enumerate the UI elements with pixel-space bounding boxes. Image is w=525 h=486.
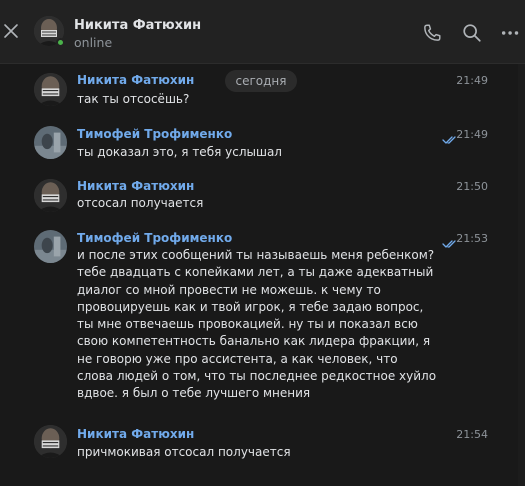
- message-author[interactable]: Никита Фатюхин: [77, 427, 194, 441]
- message-author[interactable]: Никита Фатюхин: [77, 179, 194, 193]
- message-text: ты доказал это, я тебя услышал: [77, 145, 282, 159]
- chat-header: Никита Фатюхин online: [0, 0, 525, 64]
- message-time: 21:53: [456, 232, 488, 245]
- scrollbar[interactable]: [518, 64, 525, 486]
- message-time: 21:50: [456, 180, 488, 193]
- message: Никита Фатюхин 21:54 причмокивая отсосал…: [0, 425, 518, 469]
- message-time: 21:49: [456, 74, 488, 87]
- message-text: и после этих сообщений ты называешь меня…: [77, 248, 437, 401]
- header-name[interactable]: Никита Фатюхин: [74, 18, 201, 33]
- avatar[interactable]: [34, 179, 67, 212]
- avatar[interactable]: [34, 425, 67, 458]
- avatar[interactable]: [34, 230, 67, 263]
- message-text: отсосал получается: [77, 196, 204, 210]
- avatar[interactable]: [34, 126, 67, 159]
- message-author[interactable]: Тимофей Трофименко: [77, 231, 232, 245]
- close-icon[interactable]: [3, 23, 19, 39]
- message-text: так ты отсосёшь?: [77, 92, 190, 106]
- message: Никита Фатюхин 21:50 отсосал получается: [0, 177, 518, 221]
- message-time: 21:49: [456, 128, 488, 141]
- search-icon[interactable]: [461, 22, 483, 44]
- phone-icon[interactable]: [421, 22, 443, 44]
- message-author[interactable]: Никита Фатюхин: [77, 73, 194, 87]
- header-status: online: [74, 35, 113, 50]
- avatar[interactable]: [34, 73, 67, 106]
- message: Тимофей Трофименко 21:49 ты доказал это,…: [0, 124, 518, 166]
- more-icon[interactable]: [500, 22, 522, 44]
- message: Тимофей Трофименко 21:53 и после этих со…: [0, 230, 518, 410]
- online-indicator: [56, 38, 65, 47]
- date-separator: сегодня: [225, 70, 297, 92]
- message-time: 21:54: [456, 428, 488, 441]
- message-author[interactable]: Тимофей Трофименко: [77, 127, 232, 141]
- message-text: причмокивая отсосал получается: [77, 445, 291, 459]
